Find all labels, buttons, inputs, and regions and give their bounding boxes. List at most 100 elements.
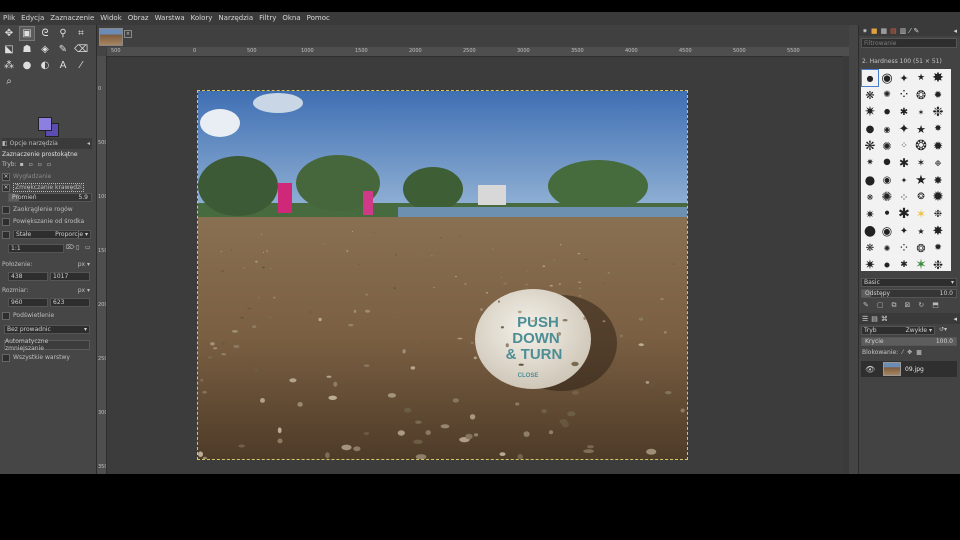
brush-thumbnail[interactable]: ⚫ xyxy=(879,104,895,120)
lock-alpha-icon[interactable]: ▩ xyxy=(916,349,922,356)
crop-icon[interactable]: ⌗ xyxy=(74,27,88,40)
brush-thumbnail[interactable]: ✹ xyxy=(930,87,946,103)
brush-thumbnail[interactable]: ⚫ xyxy=(879,257,895,272)
brush-thumbnail[interactable]: ❂ xyxy=(913,189,929,205)
expand-checkbox[interactable] xyxy=(2,217,10,226)
brush-thumbnail[interactable]: ✦ xyxy=(896,172,912,188)
eye-icon[interactable]: 👁 xyxy=(865,365,875,374)
brush-thumbnail[interactable]: ✺ xyxy=(879,87,895,103)
foreground-color-swatch[interactable] xyxy=(38,117,52,131)
portrait-icon[interactable]: ▯ xyxy=(76,244,79,251)
menu-obraz[interactable]: Obraz xyxy=(125,12,152,25)
layer-item[interactable]: 👁 09.jpg xyxy=(861,361,957,377)
brush-thumbnail[interactable]: ★ xyxy=(913,172,929,188)
rounded-row[interactable]: Zaokrąglenie rogów xyxy=(2,204,92,215)
brush-thumbnail[interactable]: ⁘ xyxy=(896,87,912,103)
brush-thumbnail[interactable]: ✶ xyxy=(913,257,929,271)
panel-menu-icon[interactable]: ◂ xyxy=(953,27,957,35)
edit-brush-icon[interactable]: ✎ xyxy=(863,301,869,311)
brush-thumbnail[interactable]: ✺ xyxy=(879,240,895,256)
smudge-icon[interactable]: ● xyxy=(20,59,34,72)
radius-slider[interactable]: Promień 5.9 xyxy=(8,193,92,202)
fuzzy-select-icon[interactable]: ⚲ xyxy=(56,27,70,40)
brush-thumbnail[interactable]: ✺ xyxy=(879,189,895,205)
brush-thumbnail[interactable]: ✦ xyxy=(896,223,912,239)
duplicate-brush-icon[interactable]: ⧉ xyxy=(892,301,897,311)
fixed-checkbox[interactable] xyxy=(2,230,10,239)
brush-thumbnail[interactable]: ✦ xyxy=(896,70,912,86)
brush-thumbnail[interactable]: ❂ xyxy=(913,87,929,103)
brush-filter-input[interactable]: Filtrowanie xyxy=(861,38,957,48)
color-picker-icon[interactable]: ⁄ xyxy=(74,59,88,72)
brush-thumbnail[interactable]: ❉ xyxy=(930,104,946,120)
brush-thumbnail[interactable]: ◉ xyxy=(879,121,895,137)
mode-intersect-icon[interactable]: ▫ xyxy=(47,161,51,168)
brush-thumbnail[interactable]: ● xyxy=(862,172,878,188)
brush-thumbnail[interactable]: ★ xyxy=(913,70,929,86)
brush-thumbnail[interactable]: ✹ xyxy=(930,189,946,205)
brush-thumbnail[interactable]: ⁘ xyxy=(896,138,912,154)
refresh-brushes-icon[interactable]: ↻ xyxy=(918,301,924,311)
auto-shrink-button[interactable]: Automatyczne zmniejszanie xyxy=(4,338,90,352)
delete-brush-icon[interactable]: ⊠ xyxy=(905,301,911,311)
brush-thumbnail[interactable]: ⚫ xyxy=(879,155,895,171)
highlight-checkbox[interactable] xyxy=(2,311,10,320)
zoom-icon[interactable]: ⌕ xyxy=(2,75,16,88)
warp-icon[interactable]: ☗ xyxy=(20,43,34,56)
brush-thumbnail[interactable]: ★ xyxy=(913,121,929,137)
gradients-tab-icon[interactable]: ▤ xyxy=(890,27,897,35)
position-x-field[interactable]: 438 xyxy=(8,272,48,281)
menu-edycja[interactable]: Edycja xyxy=(18,12,47,25)
patterns-tab-icon[interactable]: ■ xyxy=(871,27,878,35)
tab-close-icon[interactable]: × xyxy=(124,30,132,38)
brush-thumbnail[interactable]: ◉ xyxy=(879,70,895,86)
fixed-select[interactable]: Stałe Proporcje ▾ xyxy=(13,230,91,239)
lock-pixels-icon[interactable]: ⁄ xyxy=(902,349,903,356)
mode-reset-icon[interactable]: ↺▾ xyxy=(939,326,947,333)
menu-kolory[interactable]: Kolory xyxy=(188,12,216,25)
transform-icon[interactable]: ⬕ xyxy=(2,43,16,56)
paths-tab-icon[interactable]: ⌘ xyxy=(881,315,888,323)
brush-thumbnail[interactable]: ✺ xyxy=(879,138,895,154)
rect-select-icon[interactable]: ▣ xyxy=(19,26,35,41)
brush-thumbnail[interactable]: ❂ xyxy=(913,240,929,256)
menu-widok[interactable]: Widok xyxy=(97,12,125,25)
brush-thumbnail[interactable]: ★ xyxy=(913,223,929,239)
paint-dynamics-icon[interactable]: ⁄ xyxy=(909,27,910,35)
antialias-checkbox[interactable]: × xyxy=(2,172,10,181)
brush-thumbnail[interactable]: ❋ xyxy=(862,240,878,256)
size-w-field[interactable]: 960 xyxy=(8,298,48,307)
feather-checkbox[interactable]: × xyxy=(2,183,10,192)
brush-thumbnail[interactable]: ✱ xyxy=(896,257,912,271)
menu-zaznaczenie[interactable]: Zaznaczenie xyxy=(47,12,97,25)
brush-thumbnail[interactable]: ✸ xyxy=(930,172,946,188)
brush-thumbnail[interactable]: ✦ xyxy=(896,121,912,137)
brush-thumbnail[interactable]: ✷ xyxy=(862,206,878,222)
highlight-row[interactable]: Podświetlenie xyxy=(2,310,92,321)
rounded-checkbox[interactable] xyxy=(2,205,10,214)
brush-thumbnail[interactable]: ● xyxy=(862,223,878,239)
dodge-icon[interactable]: ◐ xyxy=(38,59,52,72)
tool-presets-icon[interactable]: ✎ xyxy=(914,27,920,35)
expand-row[interactable]: Powiększanie od środka xyxy=(2,216,92,227)
brush-preset-select[interactable]: Basic ▾ xyxy=(861,278,957,287)
brush-icon[interactable]: ✎ xyxy=(56,43,70,56)
spacing-slider[interactable]: Odstępy 10.0 xyxy=(861,289,957,298)
channels-tab-icon[interactable]: ▤ xyxy=(871,315,878,323)
clear-ratio-icon[interactable]: ⌦ xyxy=(66,244,74,251)
brush-thumbnail[interactable]: ❂ xyxy=(913,138,929,154)
vertical-scrollbar[interactable] xyxy=(843,56,849,474)
opacity-slider[interactable]: Krycie 100.0 xyxy=(861,337,957,346)
open-brush-icon[interactable]: ⬒ xyxy=(932,301,939,311)
feather-row[interactable]: × Zmiękczanie krawędzi xyxy=(2,182,92,193)
antialias-row[interactable]: × Wygładzanie xyxy=(2,171,92,182)
brush-thumbnail[interactable]: ⁘ xyxy=(896,240,912,256)
brushes-tab-icon[interactable]: ⁕ xyxy=(862,27,868,35)
brush-thumbnail[interactable]: ✷ xyxy=(862,257,878,272)
mode-add-icon[interactable]: ▫ xyxy=(29,161,33,168)
brush-thumbnail[interactable]: ❉ xyxy=(930,257,946,271)
brush-thumbnail[interactable]: ✷ xyxy=(862,104,878,120)
position-unit[interactable]: px ▾ xyxy=(78,261,90,268)
brush-thumbnail[interactable]: ❉ xyxy=(930,206,946,222)
brush-thumbnail[interactable]: ⁘ xyxy=(896,189,912,205)
